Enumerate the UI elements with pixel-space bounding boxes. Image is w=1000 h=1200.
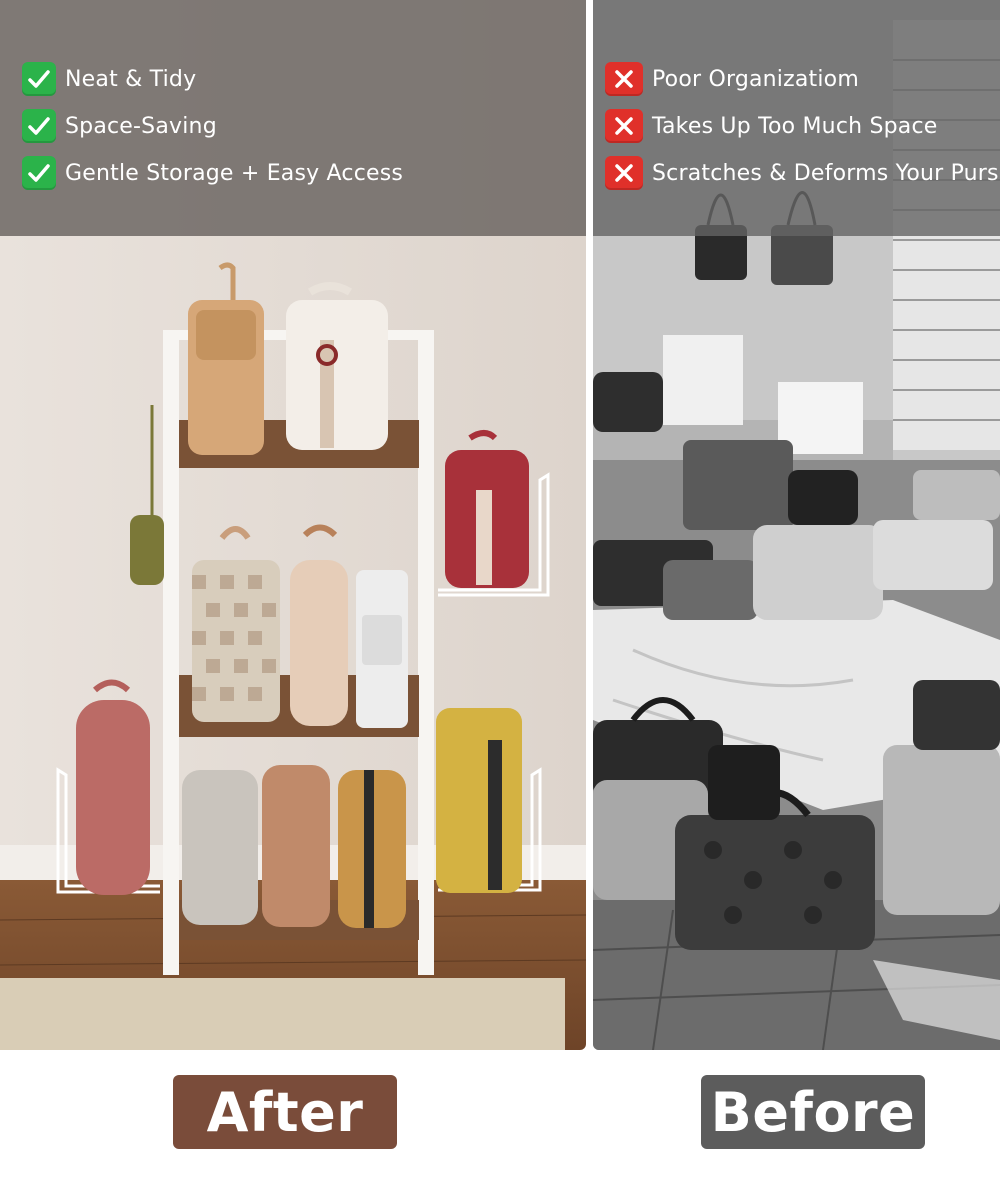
check-icon <box>22 62 56 96</box>
before-photo-panel: Poor Organizatiom Takes Up Too Much Spac… <box>593 0 1000 1050</box>
after-features-overlay: Neat & Tidy Space-Saving Gentle Storage … <box>0 0 586 236</box>
after-label: After <box>173 1075 397 1149</box>
before-feature-text: Takes Up Too Much Space <box>652 113 938 139</box>
before-feature-item: Poor Organizatiom <box>605 62 859 96</box>
before-features-overlay: Poor Organizatiom Takes Up Too Much Spac… <box>593 0 1000 236</box>
cross-icon <box>605 156 643 190</box>
before-feature-item: Takes Up Too Much Space <box>605 109 938 143</box>
cross-icon <box>605 62 643 96</box>
check-icon <box>22 109 56 143</box>
check-icon <box>22 156 56 190</box>
after-feature-text: Space-Saving <box>65 113 217 139</box>
after-feature-text: Gentle Storage + Easy Access <box>65 160 404 186</box>
before-feature-item: Scratches & Deforms Your Purses <box>605 156 1000 190</box>
before-label: Before <box>701 1075 925 1149</box>
cross-icon <box>605 109 643 143</box>
after-feature-item: Space-Saving <box>22 109 217 143</box>
after-feature-item: Gentle Storage + Easy Access <box>22 156 403 190</box>
before-feature-text: Poor Organizatiom <box>652 66 859 92</box>
after-photo-panel: Neat & Tidy Space-Saving Gentle Storage … <box>0 0 586 1050</box>
after-feature-item: Neat & Tidy <box>22 62 196 96</box>
before-feature-text: Scratches & Deforms Your Purses <box>652 160 1000 186</box>
after-feature-text: Neat & Tidy <box>65 66 197 92</box>
